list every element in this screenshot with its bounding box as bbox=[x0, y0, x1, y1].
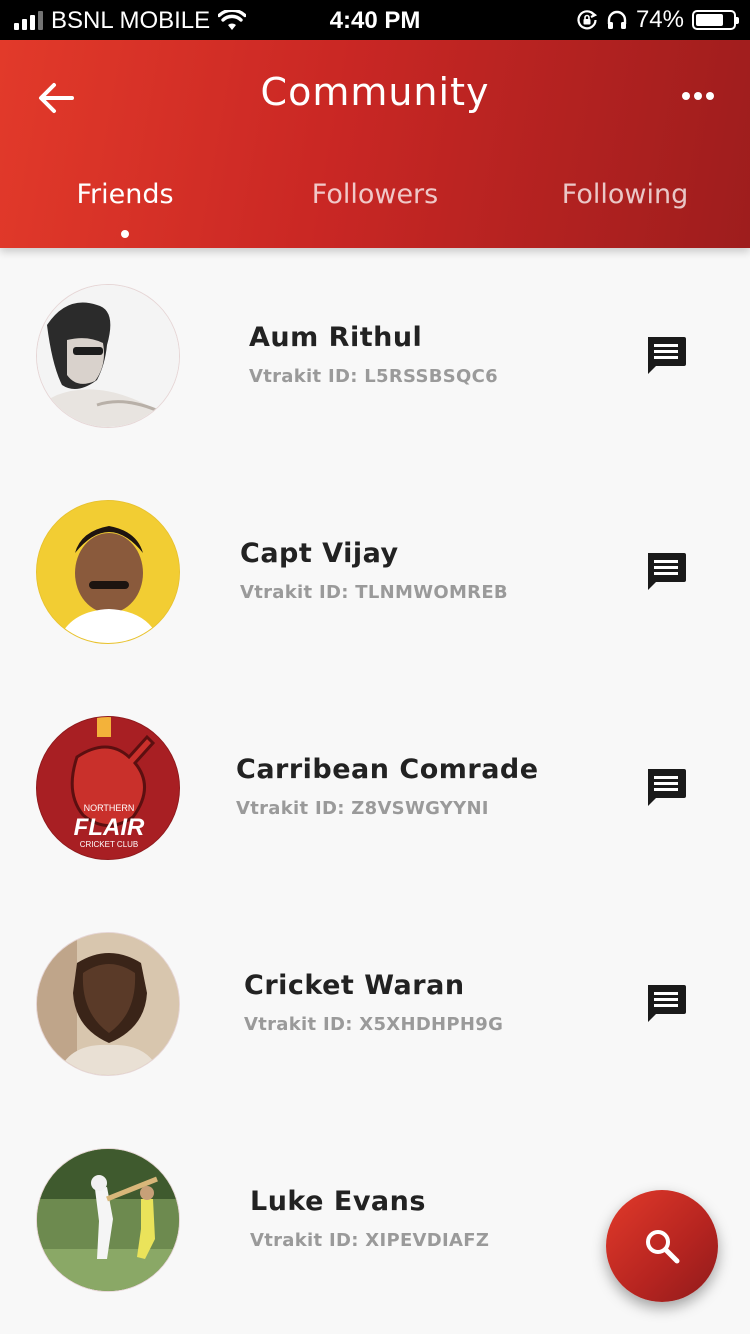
battery-percent: 74% bbox=[635, 6, 684, 33]
avatar bbox=[36, 284, 180, 428]
chat-icon bbox=[648, 337, 686, 374]
tab-followers[interactable]: Followers bbox=[250, 179, 500, 210]
friend-id: Vtrakit ID: X5XHDHPH9G bbox=[244, 1014, 504, 1035]
avatar-photo bbox=[37, 1149, 179, 1291]
friend-name: Luke Evans bbox=[250, 1186, 426, 1217]
logo-line3: CRICKET CLUB bbox=[80, 840, 139, 849]
chat-button[interactable] bbox=[644, 982, 688, 1026]
list-item[interactable]: NORTHERN FLAIR CRICKET CLUB Carribean Co… bbox=[0, 680, 750, 896]
more-options-button[interactable] bbox=[680, 84, 720, 108]
list-item[interactable]: Aum Rithul Vtrakit ID: L5RSSBSQC6 bbox=[0, 248, 750, 464]
friend-id: Vtrakit ID: TLNMWOMREB bbox=[240, 582, 508, 603]
search-button[interactable] bbox=[606, 1190, 718, 1302]
status-right: 74% bbox=[576, 6, 739, 34]
chat-icon bbox=[648, 769, 686, 806]
friend-name: Cricket Waran bbox=[244, 970, 465, 1001]
chat-button[interactable] bbox=[644, 550, 688, 594]
friend-name: Aum Rithul bbox=[249, 322, 423, 353]
logo-line1: NORTHERN bbox=[84, 803, 135, 813]
avatar bbox=[36, 1148, 180, 1292]
friend-name: Carribean Comrade bbox=[236, 754, 539, 785]
status-bar: BSNL MOBILE 4:40 PM 74% bbox=[0, 0, 750, 40]
headphones-icon bbox=[607, 10, 627, 29]
battery-icon bbox=[692, 10, 739, 30]
chat-button[interactable] bbox=[644, 766, 688, 810]
list-item[interactable]: Cricket Waran Vtrakit ID: X5XHDHPH9G bbox=[0, 896, 750, 1112]
avatar-photo bbox=[37, 285, 179, 427]
avatar bbox=[36, 932, 180, 1076]
page-title: Community bbox=[260, 70, 490, 114]
battery-level bbox=[696, 14, 723, 26]
tab-bar: Friends Followers Following bbox=[0, 175, 750, 238]
more-horizontal-icon bbox=[682, 92, 714, 100]
avatar-photo bbox=[37, 933, 179, 1075]
friend-name: Capt Vijay bbox=[240, 538, 399, 569]
friend-id: Vtrakit ID: Z8VSWGYYNI bbox=[236, 798, 489, 819]
chat-button[interactable] bbox=[644, 334, 688, 378]
logo-line2: FLAIR bbox=[74, 814, 145, 841]
friend-id: Vtrakit ID: L5RSSBSQC6 bbox=[249, 366, 498, 387]
avatar: NORTHERN FLAIR CRICKET CLUB bbox=[36, 716, 180, 860]
tab-friends[interactable]: Friends bbox=[0, 179, 250, 210]
app-header: Community Friends Followers Following bbox=[0, 40, 750, 248]
friend-id: Vtrakit ID: XIPEVDIAFZ bbox=[250, 1230, 490, 1251]
list-item[interactable]: Capt Vijay Vtrakit ID: TLNMWOMREB bbox=[0, 464, 750, 680]
chat-icon bbox=[648, 553, 686, 590]
avatar-photo bbox=[37, 501, 179, 643]
avatar bbox=[36, 500, 180, 644]
search-icon bbox=[646, 1230, 680, 1264]
rotation-lock-icon bbox=[577, 10, 598, 30]
chat-icon bbox=[648, 985, 686, 1022]
active-tab-indicator bbox=[121, 230, 129, 238]
tab-following[interactable]: Following bbox=[500, 179, 750, 210]
club-logo: NORTHERN FLAIR CRICKET CLUB bbox=[37, 717, 179, 859]
